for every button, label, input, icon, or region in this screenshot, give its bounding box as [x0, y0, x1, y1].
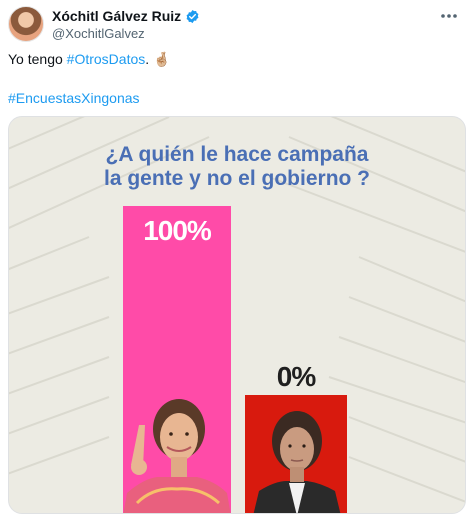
more-options-icon[interactable] [438, 8, 460, 24]
tweet-text-suffix: . 🤞🏼 [145, 51, 171, 67]
tweet-text-prefix: Yo tengo [8, 51, 67, 67]
hashtag-encuestas-xingonas[interactable]: #EncuestasXingonas [8, 90, 140, 106]
verified-badge-icon [186, 9, 199, 23]
tweet-hashtag-line: #EncuestasXingonas [8, 90, 140, 106]
hashtag-otros-datos[interactable]: #OtrosDatos [67, 51, 146, 67]
author-row: Xóchitl Gálvez Ruiz [52, 8, 200, 24]
question-line-2: la gente y no el gobierno ? [103, 167, 371, 190]
author-name[interactable]: Xóchitl Gálvez Ruiz [52, 8, 181, 24]
candidate-b-photo [253, 411, 341, 513]
bar-a-value-label: 100% [143, 215, 212, 246]
tweet-header: Xóchitl Gálvez Ruiz @XochitlGalvez [8, 6, 466, 46]
question-line-1: ¿A quién le hace campaña [105, 143, 369, 166]
tweet-media-image[interactable]: ¿A quién le hace campaña la gente y no e… [8, 116, 466, 514]
bar-b-value-label: 0% [276, 361, 316, 392]
chart-question-title: ¿A quién le hace campaña la gente y no e… [79, 143, 395, 191]
tweet-text: Yo tengo #OtrosDatos. 🤞🏼 [8, 50, 170, 68]
candidate-a-photo [123, 399, 231, 513]
avatar[interactable] [8, 6, 44, 42]
author-handle[interactable]: @XochitlGalvez [52, 26, 145, 41]
